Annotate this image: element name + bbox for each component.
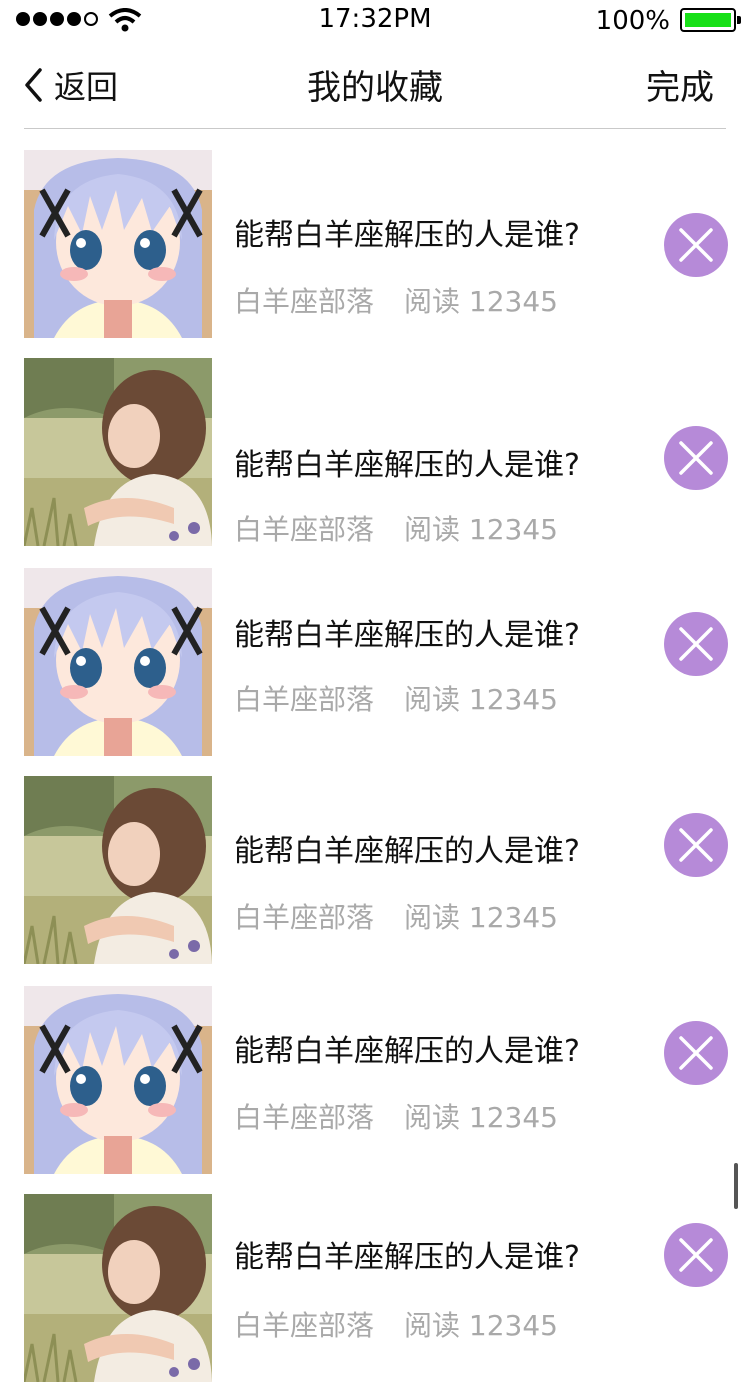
battery-icon — [680, 8, 741, 32]
remove-favorite-button[interactable] — [664, 813, 728, 877]
item-reads: 阅读 12345 — [404, 683, 558, 716]
item-title: 能帮白羊座解压的人是谁? — [234, 834, 580, 869]
item-meta: 白羊座部落 阅读 12345 — [234, 280, 558, 320]
item-meta: 白羊座部落 阅读 12345 — [234, 508, 558, 548]
list-item[interactable]: 能帮白羊座解压的人是谁? 白羊座部落 阅读 12345 — [0, 776, 750, 966]
page-title: 我的收藏 — [307, 68, 443, 108]
item-title: 能帮白羊座解压的人是谁? — [234, 448, 580, 483]
item-meta: 白羊座部落 阅读 12345 — [234, 1096, 558, 1136]
list-item[interactable]: 能帮白羊座解压的人是谁? 白羊座部落 阅读 12345 — [0, 1194, 750, 1384]
thumbnail-image — [24, 358, 212, 546]
remove-favorite-button[interactable] — [664, 213, 728, 277]
remove-favorite-button[interactable] — [664, 1223, 728, 1287]
list-item[interactable]: 能帮白羊座解压的人是谁? 白羊座部落 阅读 12345 — [0, 568, 750, 758]
close-icon — [679, 627, 713, 661]
remove-favorite-button[interactable] — [664, 426, 728, 490]
list-item[interactable]: 能帮白羊座解压的人是谁? 白羊座部落 阅读 12345 — [0, 358, 750, 548]
thumbnail-image — [24, 568, 212, 756]
close-icon — [679, 228, 713, 262]
item-source: 白羊座部落 — [234, 683, 375, 716]
list-item[interactable]: 能帮白羊座解压的人是谁? 白羊座部落 阅读 12345 — [0, 150, 750, 340]
thumbnail-image — [24, 776, 212, 964]
item-source: 白羊座部落 — [234, 513, 375, 546]
item-reads: 阅读 12345 — [404, 513, 558, 546]
item-title: 能帮白羊座解压的人是谁? — [234, 1240, 580, 1275]
remove-favorite-button[interactable] — [664, 612, 728, 676]
thumbnail-image — [24, 986, 212, 1174]
item-reads: 阅读 12345 — [404, 1101, 558, 1134]
remove-favorite-button[interactable] — [664, 1021, 728, 1085]
status-bar: 17:32PM 100% — [0, 0, 750, 40]
nav-divider — [24, 128, 726, 129]
item-reads: 阅读 12345 — [404, 901, 558, 934]
item-title: 能帮白羊座解压的人是谁? — [234, 1034, 580, 1069]
item-title: 能帮白羊座解压的人是谁? — [234, 218, 580, 253]
close-icon — [679, 828, 713, 862]
close-icon — [679, 1238, 713, 1272]
item-reads: 阅读 12345 — [404, 285, 558, 318]
close-icon — [679, 441, 713, 475]
thumbnail-image — [24, 150, 212, 338]
item-meta: 白羊座部落 阅读 12345 — [234, 1304, 558, 1344]
item-meta: 白羊座部落 阅读 12345 — [234, 678, 558, 718]
item-title: 能帮白羊座解压的人是谁? — [234, 618, 580, 653]
item-reads: 阅读 12345 — [404, 1309, 558, 1342]
item-source: 白羊座部落 — [234, 1101, 375, 1134]
item-source: 白羊座部落 — [234, 901, 375, 934]
scrollbar[interactable] — [734, 1163, 738, 1209]
item-meta: 白羊座部落 阅读 12345 — [234, 896, 558, 936]
thumbnail-image — [24, 1194, 212, 1382]
item-source: 白羊座部落 — [234, 1309, 375, 1342]
nav-bar: 返回 我的收藏 完成 — [0, 40, 750, 128]
item-source: 白羊座部落 — [234, 285, 375, 318]
done-button[interactable]: 完成 — [646, 60, 714, 109]
close-icon — [679, 1036, 713, 1070]
list-item[interactable]: 能帮白羊座解压的人是谁? 白羊座部落 阅读 12345 — [0, 986, 750, 1176]
battery-percent: 100% — [595, 6, 670, 36]
